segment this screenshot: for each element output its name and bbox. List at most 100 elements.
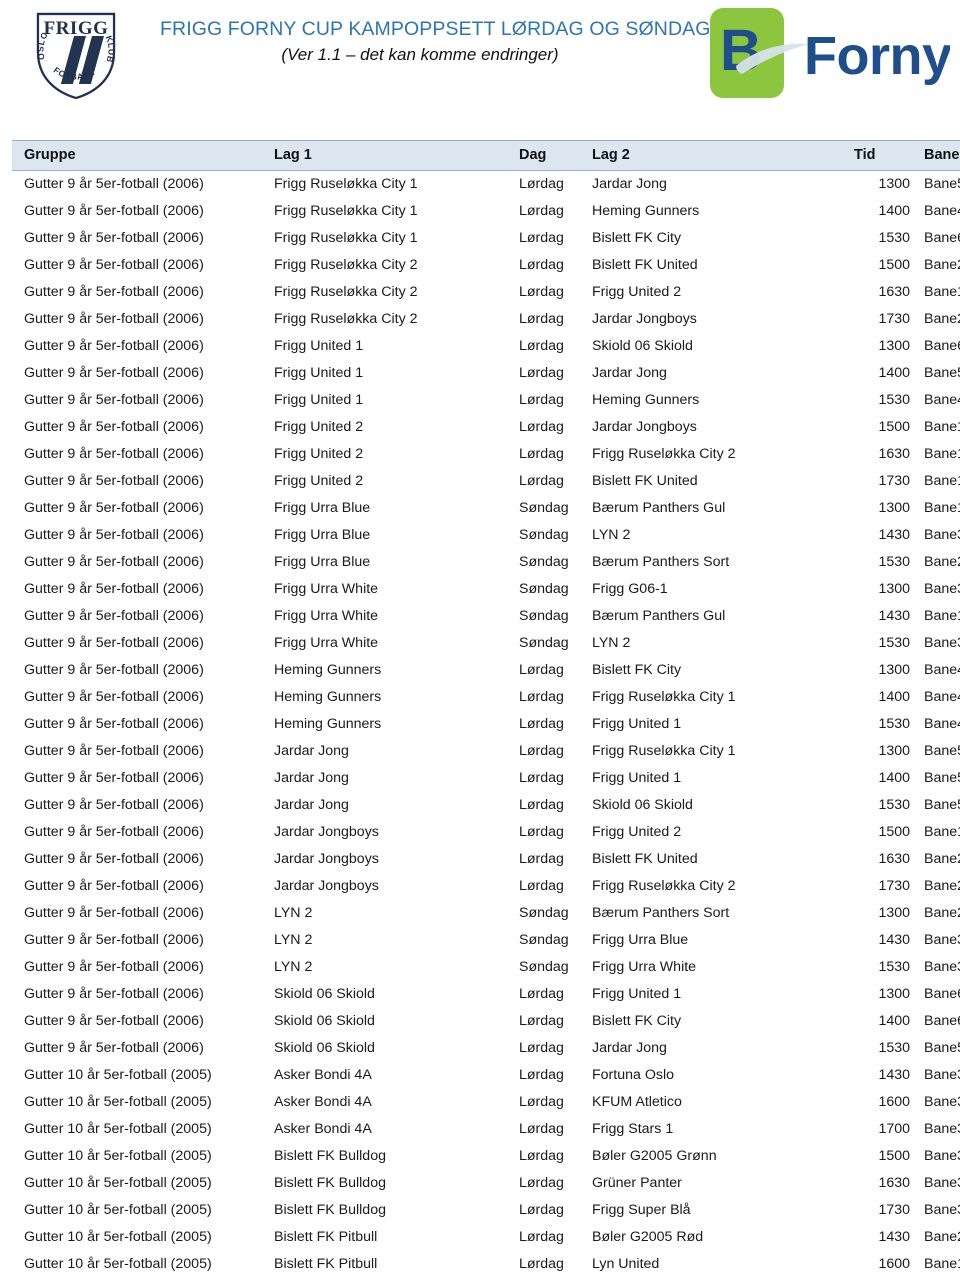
table-row[interactable]: Gutter 9 år 5er-fotball (2006) Frigg Unit…: [12, 468, 960, 495]
table-row[interactable]: Gutter 9 år 5er-fotball (2006) Jardar Jon…: [12, 873, 960, 900]
cell-bane: Bane4: [924, 716, 960, 732]
table-row[interactable]: Gutter 9 år 5er-fotball (2006) Frigg Unit…: [12, 360, 960, 387]
cell-bane: Bane2: [924, 905, 960, 921]
table-row[interactable]: Gutter 9 år 5er-fotball (2006) LYN 2 Sønda…: [12, 900, 960, 927]
table-row[interactable]: Gutter 9 år 5er-fotball (2006) Frigg Urra…: [12, 522, 960, 549]
cell-lag1: Bislett FK Bulldog: [274, 1175, 386, 1191]
table-row[interactable]: Gutter 9 år 5er-fotball (2006) Jardar Jon…: [12, 846, 960, 873]
cell-lag1: Frigg Urra Blue: [274, 500, 371, 516]
cell-gruppe: Gutter 9 år 5er-fotball (2006): [24, 1013, 204, 1029]
column-header-tid[interactable]: Tid: [854, 140, 910, 171]
cell-lag2: Heming Gunners: [592, 392, 700, 408]
cell-lag1: Frigg United 1: [274, 365, 364, 381]
table-row[interactable]: Gutter 9 år 5er-fotball (2006) Frigg Ruse…: [12, 171, 960, 198]
table-row[interactable]: Gutter 9 år 5er-fotball (2006) Frigg Urra…: [12, 603, 960, 630]
cell-tid: 1530: [878, 797, 910, 813]
column-header-lag2[interactable]: Lag 2: [592, 140, 854, 171]
cell-dag: Lørdag: [519, 716, 564, 732]
table-row[interactable]: Gutter 9 år 5er-fotball (2006) Frigg Ruse…: [12, 225, 960, 252]
table-row[interactable]: Gutter 10 år 5er-fotball (2005) Bislett F…: [12, 1224, 960, 1251]
cell-tid: 1530: [878, 1040, 910, 1056]
table-row[interactable]: Gutter 9 år 5er-fotball (2006) Frigg Ruse…: [12, 279, 960, 306]
table-row[interactable]: Gutter 9 år 5er-fotball (2006) Skiold 06 …: [12, 1008, 960, 1035]
table-row[interactable]: Gutter 9 år 5er-fotball (2006) Jardar Jon…: [12, 792, 960, 819]
cell-tid: 1630: [878, 851, 910, 867]
cell-lag1: Skiold 06 Skiold: [274, 1013, 375, 1029]
cell-tid: 1730: [878, 1202, 910, 1218]
cell-gruppe: Gutter 10 år 5er-fotball (2005): [24, 1202, 212, 1218]
cell-lag1: Frigg United 2: [274, 419, 364, 435]
cell-dag: Lørdag: [519, 1148, 564, 1164]
table-row[interactable]: Gutter 9 år 5er-fotball (2006) Skiold 06 …: [12, 981, 960, 1008]
table-row[interactable]: Gutter 9 år 5er-fotball (2006) Jardar Jon…: [12, 765, 960, 792]
cell-dag: Lørdag: [519, 176, 564, 193]
cell-lag2: Frigg Urra White: [592, 959, 697, 975]
table-row[interactable]: Gutter 9 år 5er-fotball (2006) Frigg Unit…: [12, 414, 960, 441]
schedule-table-wrap: Gruppe Lag 1 Dag Lag 2 Tid Bane Gutter 9…: [0, 140, 960, 1277]
column-header-gruppe[interactable]: Gruppe: [12, 140, 274, 171]
cell-dag: Lørdag: [519, 1067, 564, 1083]
table-row[interactable]: Gutter 9 år 5er-fotball (2006) Frigg Ruse…: [12, 306, 960, 333]
table-row[interactable]: Gutter 9 år 5er-fotball (2006) Frigg Ruse…: [12, 252, 960, 279]
table-row[interactable]: Gutter 9 år 5er-fotball (2006) Frigg Urra…: [12, 549, 960, 576]
cell-lag1: Frigg United 2: [274, 473, 364, 489]
table-row[interactable]: Gutter 9 år 5er-fotball (2006) Jardar Jon…: [12, 738, 960, 765]
table-row[interactable]: Gutter 10 år 5er-fotball (2005) Asker Bon…: [12, 1062, 960, 1089]
table-row[interactable]: Gutter 9 år 5er-fotball (2006) LYN 2 Sønda…: [12, 927, 960, 954]
table-row[interactable]: Gutter 10 år 5er-fotball (2005) Bislett F…: [12, 1143, 960, 1170]
table-row[interactable]: Gutter 10 år 5er-fotball (2005) Bislett F…: [12, 1170, 960, 1197]
cell-lag1: Jardar Jongboys: [274, 824, 379, 840]
table-row[interactable]: Gutter 9 år 5er-fotball (2006) Frigg Unit…: [12, 441, 960, 468]
table-row[interactable]: Gutter 9 år 5er-fotball (2006) Frigg Unit…: [12, 387, 960, 414]
table-row[interactable]: Gutter 9 år 5er-fotball (2006) Heming Gun…: [12, 657, 960, 684]
cell-bane: Bane3: [924, 635, 960, 651]
cell-bane: Bane5: [924, 770, 960, 786]
cell-bane: Bane3: [924, 1121, 960, 1137]
table-row[interactable]: Gutter 9 år 5er-fotball (2006) Frigg Urra…: [12, 495, 960, 522]
cell-gruppe: Gutter 10 år 5er-fotball (2005): [24, 1094, 212, 1110]
cell-bane: Bane1: [924, 1256, 960, 1272]
cell-bane: Bane3: [924, 1094, 960, 1110]
table-row[interactable]: Gutter 9 år 5er-fotball (2006) Heming Gun…: [12, 711, 960, 738]
table-row[interactable]: Gutter 9 år 5er-fotball (2006) Frigg Unit…: [12, 333, 960, 360]
cell-tid: 1300: [878, 176, 910, 193]
cell-lag2: Frigg Super Blå: [592, 1202, 691, 1218]
cell-gruppe: Gutter 9 år 5er-fotball (2006): [24, 662, 204, 678]
cell-bane: Bane3: [924, 1148, 960, 1164]
cell-lag2: Bærum Panthers Gul: [592, 500, 726, 516]
cell-gruppe: Gutter 9 år 5er-fotball (2006): [24, 284, 204, 300]
table-row[interactable]: Gutter 9 år 5er-fotball (2006) Skiold 06 …: [12, 1035, 960, 1062]
cell-lag1: Heming Gunners: [274, 689, 382, 705]
table-row[interactable]: Gutter 9 år 5er-fotball (2006) Frigg Urra…: [12, 576, 960, 603]
cell-gruppe: Gutter 9 år 5er-fotball (2006): [24, 500, 204, 516]
cell-tid: 1500: [878, 824, 910, 840]
cell-dag: Lørdag: [519, 878, 564, 894]
table-row[interactable]: Gutter 10 år 5er-fotball (2005) Asker Bon…: [12, 1089, 960, 1116]
cell-tid: 1300: [878, 662, 910, 678]
table-row[interactable]: Gutter 10 år 5er-fotball (2005) Asker Bon…: [12, 1116, 960, 1143]
table-row[interactable]: Gutter 9 år 5er-fotball (2006) LYN 2 Sønda…: [12, 954, 960, 981]
cell-tid: 1300: [878, 743, 910, 759]
cell-dag: Søndag: [519, 905, 569, 921]
table-row[interactable]: Gutter 9 år 5er-fotball (2006) Frigg Urra…: [12, 630, 960, 657]
cell-dag: Lørdag: [519, 1202, 564, 1218]
cell-lag2: Fortuna Oslo: [592, 1067, 675, 1083]
cell-gruppe: Gutter 9 år 5er-fotball (2006): [24, 176, 204, 193]
cell-gruppe: Gutter 9 år 5er-fotball (2006): [24, 905, 204, 921]
cell-lag2: Frigg Ruseløkka City 1: [592, 689, 736, 705]
cell-lag2: Bislett FK City: [592, 662, 682, 678]
table-row[interactable]: Gutter 9 år 5er-fotball (2006) Jardar Jon…: [12, 819, 960, 846]
table-row[interactable]: Gutter 9 år 5er-fotball (2006) Heming Gun…: [12, 684, 960, 711]
cell-gruppe: Gutter 9 år 5er-fotball (2006): [24, 743, 204, 759]
cell-tid: 1300: [878, 986, 910, 1002]
table-row[interactable]: Gutter 10 år 5er-fotball (2005) Bislett F…: [12, 1251, 960, 1277]
column-header-lag1[interactable]: Lag 1: [274, 140, 519, 171]
cell-lag1: Frigg Ruseløkka City 1: [274, 230, 418, 246]
cell-bane: Bane3: [924, 1175, 960, 1191]
cell-bane: Bane3: [924, 581, 960, 597]
table-row[interactable]: Gutter 9 år 5er-fotball (2006) Frigg Ruse…: [12, 198, 960, 225]
column-header-bane[interactable]: Bane: [910, 140, 960, 171]
table-row[interactable]: Gutter 10 år 5er-fotball (2005) Bislett F…: [12, 1197, 960, 1224]
cell-lag2: Frigg United 2: [592, 284, 682, 300]
column-header-dag[interactable]: Dag: [519, 140, 592, 171]
